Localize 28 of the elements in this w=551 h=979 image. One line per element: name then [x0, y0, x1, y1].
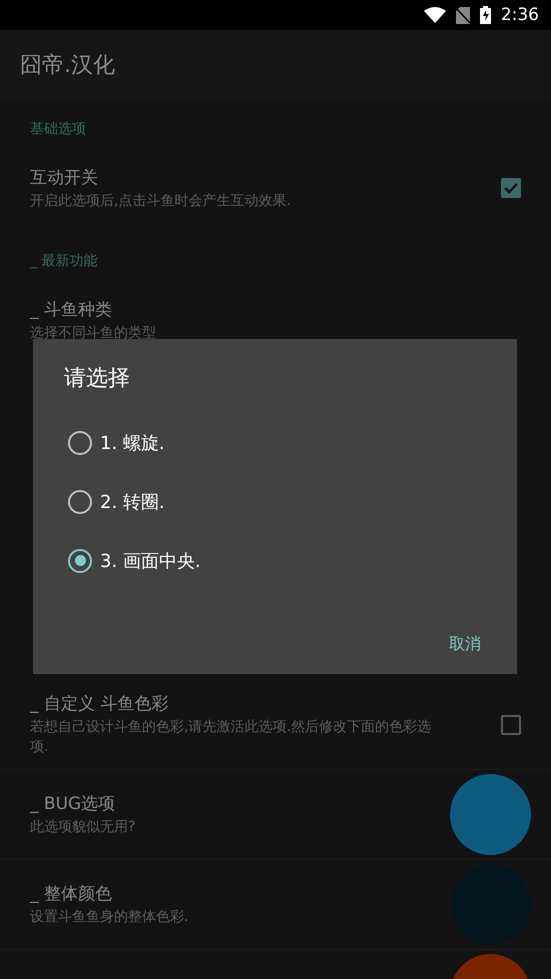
checkbox[interactable]	[501, 178, 521, 198]
no-sim-icon	[456, 6, 470, 24]
app-title: 囧帝.汉化	[20, 52, 115, 80]
section-header: _ 最新功能	[28, 252, 98, 271]
checkbox[interactable]	[501, 714, 521, 734]
wifi-icon	[424, 7, 446, 23]
preference-summary: 此选项貌似无用?	[30, 818, 136, 837]
preference-title: 互动开关	[30, 166, 99, 188]
radio-button[interactable]	[68, 430, 92, 454]
preference-title: _ BUG选项	[30, 793, 116, 815]
preference-title: _ 整体颜色	[30, 883, 113, 905]
radio-button[interactable]	[68, 490, 92, 514]
option-label[interactable]: 1. 螺旋.	[100, 430, 165, 454]
preference-summary: 设置斗鱼鱼身的整体色彩.	[30, 908, 190, 927]
option-label[interactable]: 2. 转圈.	[100, 490, 165, 514]
preference-title: _ 斗鱼种类	[30, 298, 113, 320]
preference-summary: 开启此选项后,点击斗鱼时会产生互动效果.	[30, 192, 292, 210]
dialog-title: 请选择	[64, 365, 131, 393]
status-time: 2:36	[500, 5, 539, 25]
preference-title: _ 自定义 斗鱼色彩	[30, 693, 170, 715]
cancel-button[interactable]: 取消	[443, 628, 487, 661]
section-header: 基础选项	[29, 120, 87, 139]
preference-summary: 若想自己设计斗鱼的色彩,请先激活此选项.然后修改下面的色彩选项.	[30, 718, 432, 757]
check-icon	[504, 182, 518, 194]
battery-charging-icon	[480, 6, 491, 24]
preference-summary: 选择不同斗鱼的类型	[30, 324, 157, 342]
option-label[interactable]: 3. 画面中央.	[100, 548, 201, 572]
radio-button[interactable]	[68, 548, 92, 572]
